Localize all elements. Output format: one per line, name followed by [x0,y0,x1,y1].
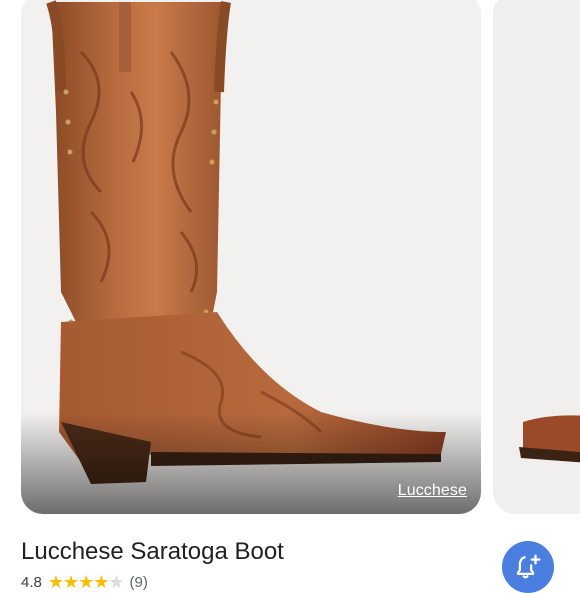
rating-value: 4.8 [21,573,42,591]
star-rating-icons: ★★★★★ [47,571,125,593]
filled-stars: ★★★★ [47,571,110,592]
review-count[interactable]: (9) [130,574,148,591]
rating-row[interactable]: 4.8 ★★★★★ (9) [21,572,148,592]
boot-image-partial [519,415,580,463]
product-title: Lucchese Saratoga Boot [21,538,284,565]
boot-image [21,0,481,514]
bell-plus-icon [516,554,541,579]
next-image-card[interactable] [493,0,580,514]
product-image-card[interactable]: Lucchese [21,0,481,514]
image-carousel[interactable]: Lucchese [0,0,580,520]
image-source-link[interactable]: Lucchese [398,482,467,500]
empty-star-icon: ★ [108,571,124,592]
price-alert-button[interactable] [502,541,554,593]
